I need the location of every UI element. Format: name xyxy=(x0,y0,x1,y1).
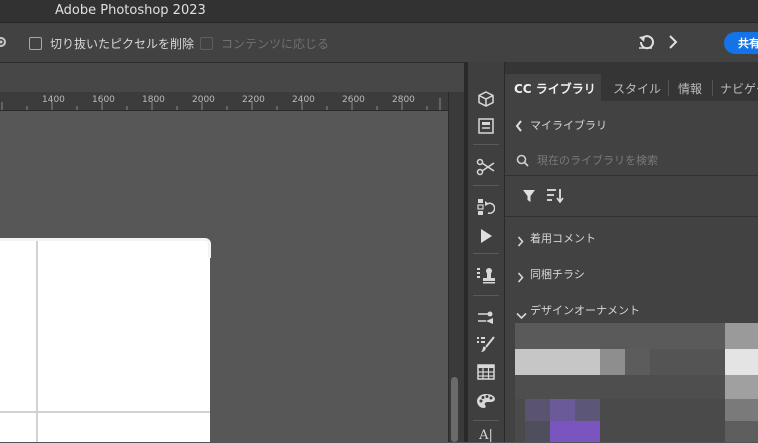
panel-tabs: CC ライブラリ スタイル 情報 ナビゲーター xyxy=(505,74,758,101)
share-button-label: 共有 xyxy=(738,37,758,50)
asset-thumbnail[interactable] xyxy=(550,421,600,442)
canvas-top-area xyxy=(0,63,464,92)
asset-thumbnail[interactable] xyxy=(525,421,550,442)
history-icon[interactable] xyxy=(468,195,504,219)
crop-edge-top[interactable] xyxy=(0,238,196,241)
dock-divider xyxy=(473,295,499,296)
asset-thumbnail[interactable] xyxy=(725,349,758,375)
asset-thumbnail[interactable] xyxy=(625,349,650,375)
dock-divider xyxy=(473,144,499,145)
title-bar: Adobe Photoshop 2023 xyxy=(0,0,758,23)
play-icon[interactable] xyxy=(468,224,504,248)
my-libraries-link[interactable]: マイライブラリ xyxy=(530,117,607,133)
library-assets-thumbnails[interactable] xyxy=(515,323,758,442)
asset-thumbnail[interactable] xyxy=(575,399,600,421)
asset-thumbnail[interactable] xyxy=(515,375,725,399)
tab-label: スタイル xyxy=(613,82,662,96)
group-design-ornament[interactable]: デザインオーナメント xyxy=(530,302,640,318)
crop-handle-top-right[interactable] xyxy=(193,238,211,258)
chevron-right-icon[interactable] xyxy=(517,232,524,251)
clone-source-icon[interactable] xyxy=(468,263,504,287)
share-button[interactable]: 共有 xyxy=(724,32,758,54)
content-aware-label: コンテンツに応じる xyxy=(221,37,330,51)
asset-thumbnail[interactable] xyxy=(515,349,600,375)
horizontal-ruler[interactable]: 1400 1600 1800 2000 2200 2400 2600 2800 xyxy=(0,92,448,111)
asset-thumbnail[interactable] xyxy=(725,323,758,349)
gear-icon[interactable] xyxy=(0,34,9,54)
ruler-tick: 2800 xyxy=(392,95,415,105)
asset-thumbnail[interactable] xyxy=(515,323,725,349)
chevron-left-icon[interactable] xyxy=(515,117,523,136)
toolbar-divider xyxy=(505,216,758,217)
chevron-down-icon[interactable] xyxy=(516,305,527,324)
reset-icon[interactable] xyxy=(636,33,656,55)
ruler-tick: 2400 xyxy=(292,95,315,105)
scrollbar-thumb[interactable] xyxy=(451,377,458,442)
asset-thumbnail[interactable] xyxy=(550,399,575,421)
tab-divider xyxy=(668,80,669,96)
tab-label: CC ライブラリ xyxy=(514,82,596,96)
sort-icon[interactable] xyxy=(546,187,564,207)
ruler-tick: 2600 xyxy=(342,95,365,105)
dock-divider xyxy=(473,185,499,186)
tab-cc-libraries[interactable]: CC ライブラリ xyxy=(505,74,601,101)
brush-settings-icon[interactable] xyxy=(468,306,504,330)
tab-styles[interactable]: スタイル xyxy=(613,74,673,101)
ruler-tick: 1400 xyxy=(42,95,65,105)
dock-divider xyxy=(473,253,499,254)
dock-divider xyxy=(473,420,499,421)
ruler-tick: 1600 xyxy=(92,95,115,105)
search-underline xyxy=(505,175,758,176)
group-enclosed-flyer[interactable]: 同梱チラシ xyxy=(530,266,585,282)
asset-thumbnail[interactable] xyxy=(650,349,725,375)
crop-grid-line xyxy=(0,411,210,413)
tab-divider xyxy=(712,80,713,96)
table-icon[interactable] xyxy=(468,360,504,384)
tab-label: 情報 xyxy=(678,82,703,96)
document-canvas[interactable] xyxy=(0,241,210,442)
asset-thumbnail[interactable] xyxy=(725,399,758,421)
color-palette-icon[interactable] xyxy=(468,389,504,413)
content-aware-checkbox[interactable] xyxy=(200,37,213,50)
library-search-input[interactable]: 現在のライブラリを検索 xyxy=(537,152,757,168)
character-glyph: A| xyxy=(479,428,493,443)
character-icon[interactable]: A| xyxy=(468,428,504,443)
delete-cropped-pixels-label[interactable]: 切り抜いたピクセルを削除 xyxy=(50,35,194,52)
asset-thumbnail[interactable] xyxy=(525,399,550,421)
chevron-right-icon[interactable] xyxy=(668,34,678,54)
asset-thumbnail[interactable] xyxy=(725,421,758,442)
asset-thumbnail[interactable] xyxy=(725,375,758,399)
ruler-tick: 2000 xyxy=(192,95,215,105)
asset-thumbnail[interactable] xyxy=(600,349,625,375)
properties-icon[interactable] xyxy=(468,114,504,138)
tab-info[interactable]: 情報 xyxy=(678,74,714,101)
tab-navigator[interactable]: ナビゲーター xyxy=(720,74,758,101)
delete-cropped-pixels-checkbox[interactable] xyxy=(29,37,42,50)
options-bar: 切り抜いたピクセルを削除 コンテンツに応じる 共有 xyxy=(0,23,758,63)
brush-presets-icon[interactable] xyxy=(468,332,504,356)
window-title: Adobe Photoshop 2023 xyxy=(55,3,206,18)
ruler-tick: 2200 xyxy=(242,95,265,105)
filter-icon[interactable] xyxy=(522,188,536,207)
group-wear-comments[interactable]: 着用コメント xyxy=(530,230,596,246)
search-icon xyxy=(516,152,529,171)
tab-label: ナビゲーター xyxy=(720,82,758,96)
3d-cube-icon[interactable] xyxy=(468,87,504,111)
panel-top-strip xyxy=(505,62,758,74)
adjustment-brush-icon[interactable] xyxy=(468,155,504,179)
ruler-tick: 1800 xyxy=(142,95,165,105)
chevron-right-icon[interactable] xyxy=(517,268,524,287)
